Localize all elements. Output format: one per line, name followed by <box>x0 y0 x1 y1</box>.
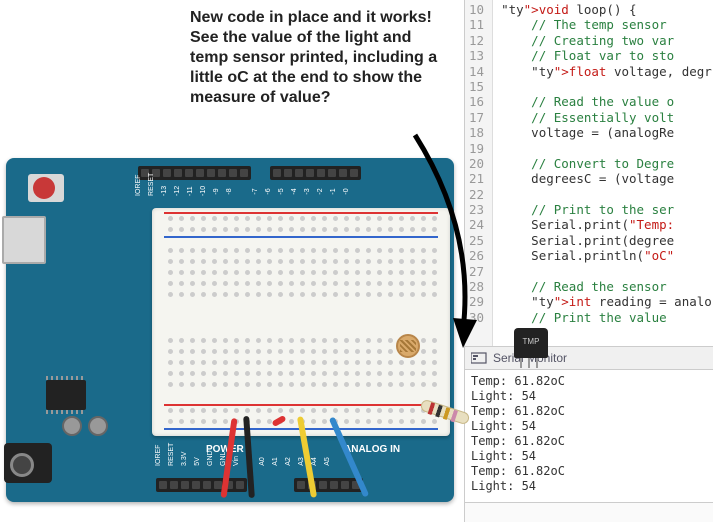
serial-monitor-header[interactable]: Serial Monitor <box>465 346 713 370</box>
tmp-sensor[interactable]: TMP <box>514 328 548 358</box>
reset-button[interactable] <box>28 174 64 202</box>
analog-section-label: ANALOG IN <box>344 444 400 455</box>
annotation-arrow <box>405 130 485 360</box>
arduino-board[interactable]: IOREFRESET-13-12-11-10-9-8-7-6-5-4-3-2-1… <box>0 158 462 510</box>
capacitor-icon <box>62 416 82 436</box>
power-header[interactable] <box>156 478 247 492</box>
ic-chip <box>46 380 86 410</box>
right-panel: 1011121314151617181920212223242526272829… <box>464 0 713 522</box>
top-pin-labels: IOREFRESET-13-12-11-10-9-8-7-6-5-4-3-2-1… <box>134 188 434 195</box>
digital-header-2[interactable] <box>270 166 361 180</box>
annotation-text: New code in place and it works! See the … <box>190 8 450 108</box>
power-rail-top[interactable] <box>168 216 437 232</box>
app-layout: New code in place and it works! See the … <box>0 0 713 522</box>
analog-header[interactable] <box>294 478 363 492</box>
terminal-strip-top[interactable] <box>168 248 437 297</box>
bottom-pin-labels: IOREFRESET3.3V5VGNDGNLVinA0A1A2A3A4A5 <box>154 458 434 465</box>
power-jack <box>4 443 52 483</box>
serial-output[interactable]: Temp: 61.82oC Light: 54 Temp: 61.82oC Li… <box>465 370 713 502</box>
capacitor-icon <box>88 416 108 436</box>
usb-port <box>2 216 46 264</box>
power-section-label: POWER <box>206 444 244 455</box>
circuit-canvas[interactable]: New code in place and it works! See the … <box>0 0 464 522</box>
code-editor[interactable]: 1011121314151617181920212223242526272829… <box>465 0 713 346</box>
serial-input-field[interactable] <box>465 502 713 522</box>
code-content[interactable]: "ty">void loop() { // The temp sensor //… <box>493 0 712 346</box>
